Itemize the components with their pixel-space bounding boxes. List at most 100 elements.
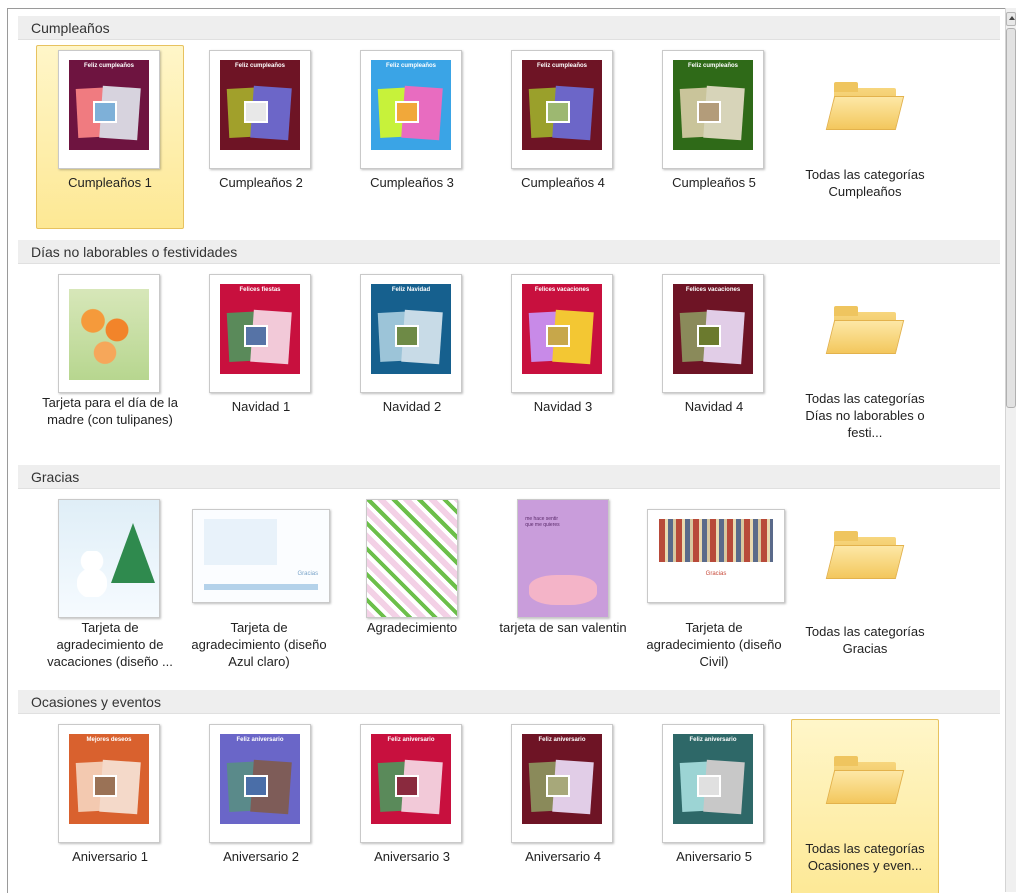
card-body	[673, 301, 753, 375]
tree-image	[111, 523, 155, 584]
template-thumbnail: Feliz Navidad	[360, 274, 462, 393]
template-tile[interactable]: Feliz cumpleaños Cumpleaños 3	[338, 45, 486, 229]
template-thumbnail	[58, 499, 160, 618]
template-tile[interactable]: Feliz cumpleaños Cumpleaños 2	[187, 45, 335, 229]
template-thumbnail: Feliz aniversario	[511, 724, 613, 843]
folder-icon	[825, 80, 905, 134]
template-tile[interactable]: Agradecimiento	[338, 494, 486, 678]
template-tile[interactable]: Felices fiestas Navidad 1	[187, 269, 335, 453]
tile-label: Aniversario 3	[374, 849, 450, 864]
card-body	[522, 301, 602, 375]
template-thumbnail: Feliz cumpleaños	[360, 50, 462, 169]
section-header-gracias: Gracias	[18, 465, 1000, 489]
folder-label: Todas las categorías Cumpleaños	[805, 167, 925, 199]
vertical-scrollbar[interactable]	[1005, 8, 1016, 892]
tile-label: Tarjeta para el día de la madre (con tul…	[42, 395, 178, 427]
card-heading: Feliz aniversario	[371, 734, 451, 752]
template-thumbnail: Felices fiestas	[209, 274, 311, 393]
template-thumbnail: Feliz aniversario	[209, 724, 311, 843]
card-heading: Feliz cumpleaños	[673, 60, 753, 78]
card-body	[220, 751, 300, 825]
template-tile[interactable]: Feliz cumpleaños Cumpleaños 4	[489, 45, 637, 229]
card-body	[371, 77, 451, 151]
template-tile[interactable]: Feliz aniversario Aniversario 5	[640, 719, 788, 893]
card-body	[522, 77, 602, 151]
folder-label: Todas las categorías Ocasiones y even...	[805, 841, 925, 873]
tile-label: Navidad 3	[533, 399, 593, 414]
card-heading: Mejores deseos	[69, 734, 149, 752]
card-heading: Feliz aniversario	[522, 734, 602, 752]
template-tile[interactable]: Feliz Navidad Navidad 2	[338, 269, 486, 453]
card-body	[220, 77, 300, 151]
card-heading: Felices vacaciones	[522, 284, 602, 302]
card-heading: Felices fiestas	[220, 284, 300, 302]
thumbnail-caption: me hace sentir que me quieres	[525, 516, 560, 529]
template-thumbnail: me hace sentir que me quieres	[517, 499, 609, 618]
template-thumbnail: Feliz aniversario	[360, 724, 462, 843]
tulip-image	[69, 289, 149, 381]
template-thumbnail: Mejores deseos	[58, 724, 160, 843]
template-tile[interactable]: Tarjeta para el día de la madre (con tul…	[36, 269, 184, 453]
card-heading: Feliz aniversario	[673, 734, 753, 752]
template-thumbnail: Gracias	[192, 509, 330, 603]
tile-label: Cumpleaños 5	[672, 175, 756, 190]
card-body	[673, 77, 753, 151]
tile-label: Cumpleaños 3	[370, 175, 454, 190]
snowman-image	[77, 551, 107, 598]
folder-icon	[825, 304, 905, 358]
template-tile[interactable]: Feliz aniversario Aniversario 2	[187, 719, 335, 893]
tile-label: tarjeta de san valentin	[499, 620, 627, 635]
tile-label: Tarjeta de agradecimiento (diseño Azul c…	[191, 620, 327, 669]
scroll-up-button[interactable]	[1006, 12, 1016, 26]
card-body	[673, 751, 753, 825]
scroll-thumb[interactable]	[1006, 28, 1016, 408]
template-thumbnail: Feliz cumpleaños	[662, 50, 764, 169]
template-tile[interactable]: Feliz cumpleaños Cumpleaños 5	[640, 45, 788, 229]
template-tile[interactable]: Feliz aniversario Aniversario 4	[489, 719, 637, 893]
card-body	[371, 301, 451, 375]
card-body	[69, 77, 149, 151]
template-tile[interactable]: Gracias Tarjeta de agradecimiento (diseñ…	[179, 494, 339, 678]
card-heading: Feliz Navidad	[371, 284, 451, 302]
template-tile[interactable]: Mejores deseos Aniversario 1	[36, 719, 184, 893]
tile-label: Cumpleaños 2	[219, 175, 303, 190]
card-heading: Feliz cumpleaños	[371, 60, 451, 78]
section-header-ocasiones: Ocasiones y eventos	[18, 690, 1000, 714]
template-thumbnail: Felices vacaciones	[662, 274, 764, 393]
card-heading: Felices vacaciones	[673, 284, 753, 302]
tile-label: Agradecimiento	[366, 620, 458, 635]
template-tile[interactable]: Felices vacaciones Navidad 4	[640, 269, 788, 453]
template-tile[interactable]: me hace sentir que me quieres tarjeta de…	[489, 494, 637, 678]
template-tile[interactable]: Feliz cumpleaños Cumpleaños 1	[36, 45, 184, 229]
tile-label: Cumpleaños 1	[68, 175, 152, 190]
card-body	[69, 751, 149, 825]
thumbnail-caption: Gracias	[705, 570, 727, 577]
folder-label: Todas las categorías Gracias	[805, 624, 925, 656]
tile-label: Aniversario 5	[676, 849, 752, 864]
template-tile[interactable]: Gracias Tarjeta de agradecimiento (diseñ…	[634, 494, 794, 678]
tile-label: Aniversario 1	[72, 849, 148, 864]
all-categories-folder[interactable]: Todas las categorías Gracias	[791, 494, 939, 678]
template-tile[interactable]: Feliz aniversario Aniversario 3	[338, 719, 486, 893]
template-thumbnail: Feliz cumpleaños	[511, 50, 613, 169]
card-heading: Feliz cumpleaños	[69, 60, 149, 78]
template-thumbnail: Felices vacaciones	[511, 274, 613, 393]
all-categories-folder[interactable]: Todas las categorías Cumpleaños	[791, 45, 939, 229]
all-categories-folder[interactable]: Todas las categorías Ocasiones y even...	[791, 719, 939, 893]
template-tile[interactable]: Felices vacaciones Navidad 3	[489, 269, 637, 453]
folder-icon	[825, 529, 905, 583]
tile-label: Navidad 2	[382, 399, 442, 414]
tile-label: Aniversario 4	[525, 849, 601, 864]
tile-label: Tarjeta de agradecimiento de vacaciones …	[47, 620, 173, 669]
card-heading: Feliz aniversario	[220, 734, 300, 752]
template-thumbnail: Feliz cumpleaños	[58, 50, 160, 169]
tile-label: Tarjeta de agradecimiento (diseño Civil)	[646, 620, 782, 669]
section-header-festividades: Días no laborables o festividades	[18, 240, 1000, 264]
template-tile[interactable]: Tarjeta de agradecimiento de vacaciones …	[36, 494, 184, 678]
card-body	[220, 301, 300, 375]
template-thumbnail: Feliz aniversario	[662, 724, 764, 843]
tile-label: Navidad 4	[684, 399, 744, 414]
card-body	[522, 751, 602, 825]
card-heading: Feliz cumpleaños	[522, 60, 602, 78]
all-categories-folder[interactable]: Todas las categorías Días no laborables …	[791, 269, 939, 453]
